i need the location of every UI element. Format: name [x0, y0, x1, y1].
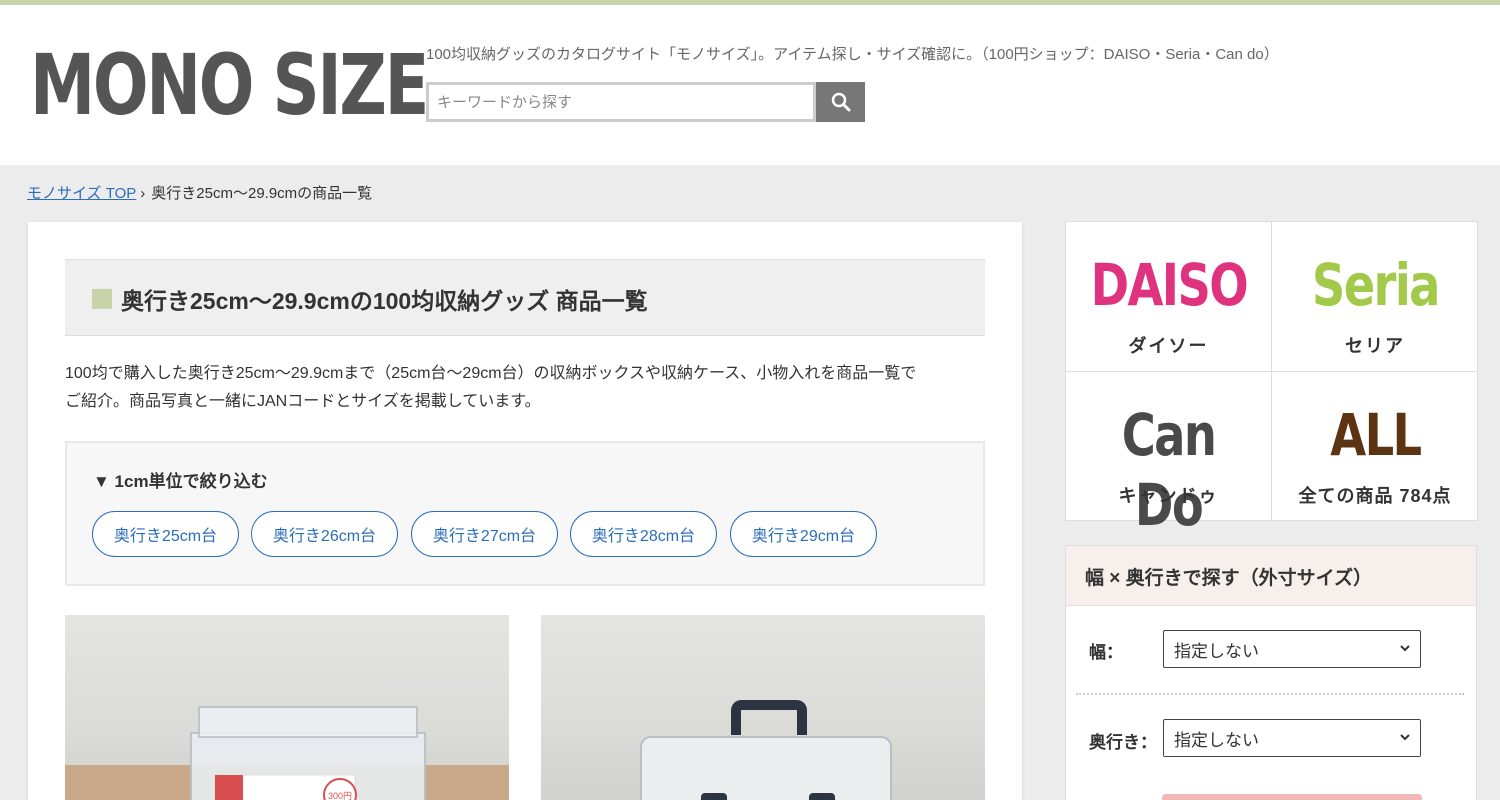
product-image-case-with-handle	[640, 700, 892, 800]
daiso-logo: DAISO	[1090, 251, 1248, 319]
filter-depth-25[interactable]: 奥行き25cm台	[92, 511, 239, 557]
product-image-clear-box: 300円	[65, 706, 509, 800]
page-title: 奥行き25cm〜29.9cmの100均収納グッズ 商品一覧	[121, 288, 648, 314]
size-search-title: 幅 × 奥行きで探す（外寸サイズ）	[1085, 568, 1373, 589]
title-square-icon	[92, 289, 112, 309]
product-card-1[interactable]: 300円	[65, 615, 509, 800]
intro-text: 100均で購入した奥行き25cm〜29.9cmまで（25cm台〜29cm台）の収…	[65, 360, 990, 416]
filter-depth-27[interactable]: 奥行き27cm台	[411, 511, 558, 557]
depth-label: 奥行き：	[1089, 733, 1157, 752]
chevron-down-icon	[1400, 734, 1410, 741]
breadcrumb-current: 奥行き25cm〜29.9cmの商品一覧	[151, 185, 373, 202]
search-button[interactable]	[816, 82, 865, 122]
search-icon	[831, 92, 850, 112]
chevron-down-icon	[1400, 645, 1410, 652]
intro-line-2: ご紹介。商品写真と一緒にJANコードとサイズを掲載しています。	[65, 393, 541, 410]
breadcrumb-separator: ›	[140, 185, 146, 202]
all-logo: ALL	[1329, 401, 1422, 469]
site-header: MONO SIZE 100均収納グッズのカタログサイト「モノサイズ」。アイテム探…	[0, 5, 1500, 165]
site-tagline: 100均収納グッズのカタログサイト「モノサイズ」。アイテム探し・サイズ確認に。（…	[426, 46, 1279, 63]
filter-depth-26[interactable]: 奥行き26cm台	[251, 511, 398, 557]
divider	[1076, 693, 1464, 695]
depth-select[interactable]: 指定しない	[1163, 719, 1421, 757]
brand-seria-label: セリア	[1345, 336, 1405, 356]
brand-daiso[interactable]: DAISO ダイソー	[1066, 222, 1272, 372]
width-label: 幅：	[1089, 643, 1123, 662]
price-tag-text: 300円	[328, 791, 352, 800]
breadcrumb-home-link[interactable]: モノサイズ TOP	[27, 185, 136, 202]
intro-line-1: 100均で購入した奥行き25cm〜29.9cmまで（25cm台〜29cm台）の収…	[65, 365, 917, 382]
size-search-submit-button[interactable]	[1162, 794, 1422, 800]
filter-depth-29[interactable]: 奥行き29cm台	[730, 511, 877, 557]
brand-grid: DAISO ダイソー Seria セリア Can Do キャンドゥ ALL 全て…	[1065, 221, 1478, 539]
width-select-value: 指定しない	[1174, 641, 1259, 661]
seria-logo: Seria	[1311, 251, 1440, 319]
brand-seria[interactable]: Seria セリア	[1272, 222, 1478, 372]
brand-all-label: 全ての商品 784点	[1298, 486, 1452, 506]
page-title-box: 奥行き25cm〜29.9cmの100均収納グッズ 商品一覧	[65, 259, 985, 336]
filter-box: ▼ 1cm単位で絞り込む 奥行き25cm台 奥行き26cm台 奥行き27cm台 …	[65, 441, 985, 586]
site-logo[interactable]: MONO SIZE	[30, 35, 429, 135]
search-input[interactable]	[426, 82, 816, 122]
main-content: 奥行き25cm〜29.9cmの100均収納グッズ 商品一覧 100均で購入した奥…	[28, 222, 1022, 800]
breadcrumb: モノサイズ TOP › 奥行き25cm〜29.9cmの商品一覧	[27, 182, 372, 203]
brand-cando-label: キャンドゥ	[1118, 486, 1219, 506]
brand-daiso-label: ダイソー	[1128, 336, 1209, 356]
filter-depth-28[interactable]: 奥行き28cm台	[570, 511, 717, 557]
brand-all[interactable]: ALL 全ての商品 784点	[1272, 372, 1478, 522]
cando-logo: Can Do	[1121, 401, 1217, 539]
size-search-box: 幅 × 奥行きで探す（外寸サイズ） 幅： 指定しない 奥行き： 指定しない	[1065, 545, 1477, 800]
size-search-header: 幅 × 奥行きで探す（外寸サイズ）	[1066, 546, 1476, 606]
width-select[interactable]: 指定しない	[1163, 630, 1421, 668]
depth-select-value: 指定しない	[1174, 730, 1259, 750]
brand-cando[interactable]: Can Do キャンドゥ	[1066, 372, 1272, 539]
filter-title: ▼ 1cm単位で絞り込む	[93, 472, 268, 491]
product-card-2[interactable]	[541, 615, 985, 800]
